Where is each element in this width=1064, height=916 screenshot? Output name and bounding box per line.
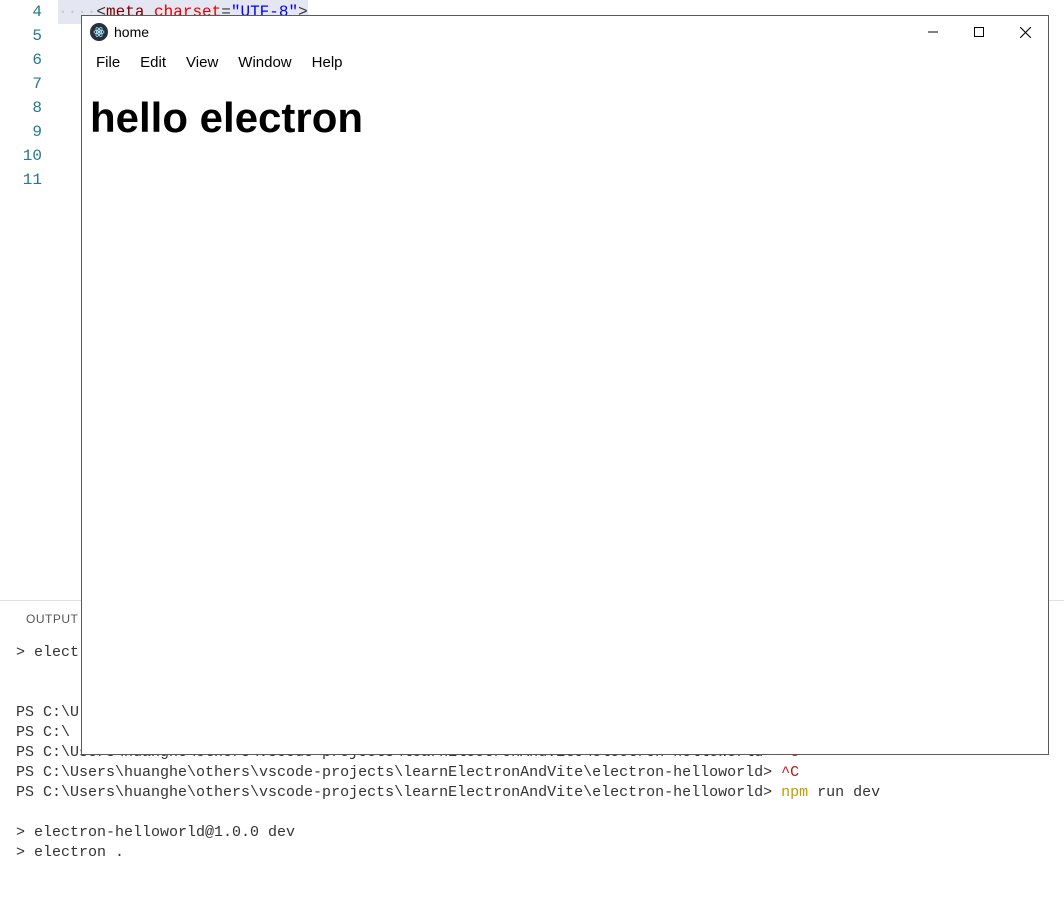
terminal-line: PS C:\Users\huanghe\others\vscode-projec… [16,783,1048,803]
line-number-gutter: 4 5 6 7 8 9 10 11 [0,0,58,600]
maximize-icon [974,27,984,37]
close-button[interactable] [1002,16,1048,48]
line-number: 5 [0,24,42,48]
line-number: 11 [0,168,42,192]
minimize-icon [928,27,938,37]
app-menubar: File Edit View Window Help [82,48,1048,76]
window-titlebar[interactable]: home [82,16,1048,48]
terminal-line: > electron . [16,843,1048,863]
menu-view[interactable]: View [176,52,228,73]
minimize-button[interactable] [910,16,956,48]
line-number: 4 [0,0,42,24]
line-number: 7 [0,72,42,96]
maximize-button[interactable] [956,16,1002,48]
close-icon [1020,27,1031,38]
terminal-line [16,803,1048,823]
menu-file[interactable]: File [86,52,130,73]
terminal-line: PS C:\Users\huanghe\others\vscode-projec… [16,763,1048,783]
line-number: 10 [0,144,42,168]
window-controls [910,16,1048,48]
menu-window[interactable]: Window [228,52,301,73]
window-title: home [114,24,910,40]
electron-app-window: home File Edit View Window Help hello el… [81,15,1049,755]
app-content: hello electron [82,76,1048,754]
menu-help[interactable]: Help [302,52,353,73]
page-heading: hello electron [90,94,1040,142]
terminal-tab-output[interactable]: OUTPUT [16,603,88,635]
menu-edit[interactable]: Edit [130,52,176,73]
electron-icon [90,23,108,41]
line-number: 9 [0,120,42,144]
line-number: 6 [0,48,42,72]
terminal-line: > electron-helloworld@1.0.0 dev [16,823,1048,843]
line-number: 8 [0,96,42,120]
